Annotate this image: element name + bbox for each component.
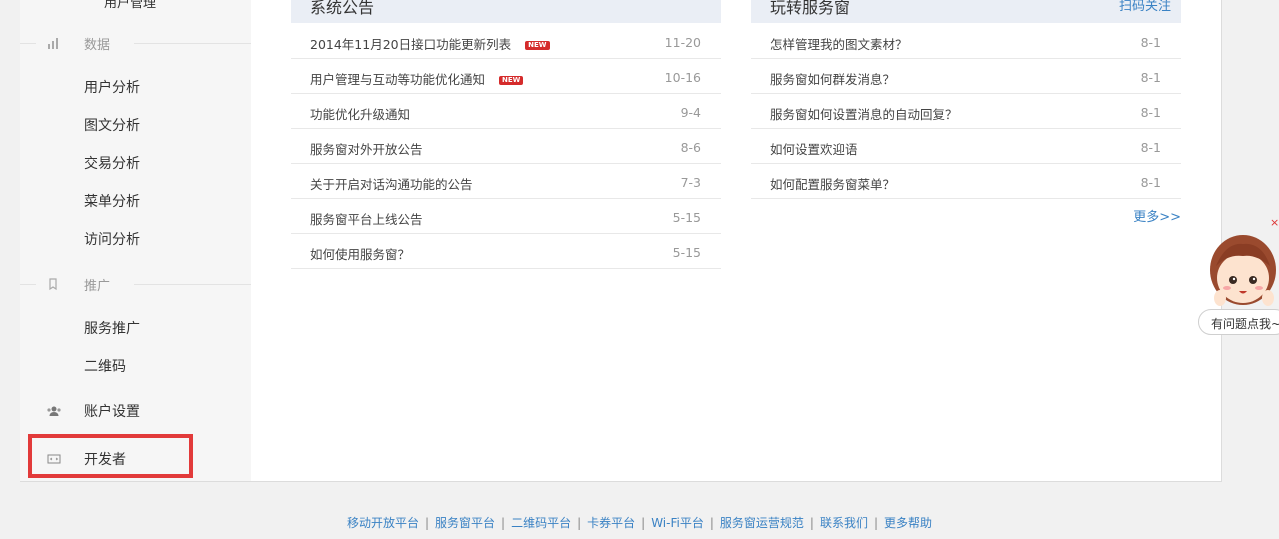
- announcement-date: 5-15: [672, 245, 701, 260]
- divider: [20, 284, 36, 285]
- sidebar-section-title: 推广: [84, 279, 111, 294]
- footer-separator: |: [424, 516, 430, 530]
- scan-follow-link[interactable]: 扫码关注: [1119, 0, 1171, 14]
- footer-separator: |: [809, 516, 814, 530]
- announcement-title: 2014年11月20日接口功能更新列表 NEW: [310, 34, 550, 53]
- footer-separator: |: [873, 516, 879, 530]
- guide-date: 8-1: [1140, 70, 1161, 85]
- guide-date: 8-1: [1140, 140, 1161, 155]
- footer-link[interactable]: 服务窗运营规范: [720, 516, 804, 530]
- sidebar-section-title: 数据: [84, 38, 111, 53]
- divider: [134, 43, 251, 44]
- footer-link[interactable]: Wi-Fi平台: [651, 516, 704, 530]
- sidebar-section-promotion: 推广: [20, 274, 251, 294]
- announcement-date: 8-6: [680, 140, 701, 155]
- announcement-date: 11-20: [664, 35, 701, 50]
- announcement-row[interactable]: 用户管理与互动等功能优化通知 NEW 10-16: [291, 59, 721, 94]
- announcement-row[interactable]: 功能优化升级通知 9-4: [291, 94, 721, 129]
- users-icon: [46, 404, 62, 418]
- guide-title: 怎样管理我的图文素材？: [770, 37, 908, 52]
- sidebar-item-user-management[interactable]: 用户管理: [104, 0, 156, 11]
- sidebar-item-visit-analysis[interactable]: 访问分析: [84, 229, 140, 249]
- guide-date: 8-1: [1140, 175, 1161, 190]
- announcement-row[interactable]: 服务窗平台上线公告 5-15: [291, 199, 721, 234]
- footer-link[interactable]: 联系我们: [820, 516, 868, 530]
- announcement-title: 关于开启对话沟通功能的公告: [310, 177, 473, 192]
- announcement-title: 用户管理与互动等功能优化通知 NEW: [310, 69, 524, 88]
- mascot-avatar[interactable]: [1206, 228, 1279, 314]
- footer-separator: |: [501, 516, 506, 530]
- footer-link[interactable]: 服务窗平台: [435, 516, 495, 530]
- footer-link[interactable]: 二维码平台: [511, 516, 571, 530]
- guide-row[interactable]: 服务窗如何设置消息的自动回复？ 8-1: [751, 94, 1181, 129]
- guide-title: 服务窗如何群发消息？: [770, 72, 896, 87]
- panel-title: 系统公告: [310, 0, 375, 17]
- announcement-title: 如何使用服务窗？: [310, 247, 411, 262]
- announcement-row[interactable]: 2014年11月20日接口功能更新列表 NEW 11-20: [291, 24, 721, 59]
- help-widget: × 有问题点我~: [1198, 216, 1279, 338]
- panel-header: 系统公告: [291, 0, 721, 23]
- guide-row[interactable]: 服务窗如何群发消息？ 8-1: [751, 59, 1181, 94]
- footer-separator: |: [709, 516, 714, 530]
- announcement-date: 5-15: [672, 210, 701, 225]
- new-badge: NEW: [499, 76, 524, 85]
- footer-link[interactable]: 卡券平台: [587, 516, 635, 530]
- help-bubble[interactable]: 有问题点我~: [1198, 309, 1279, 335]
- sidebar: 用户管理 数据 用户分析 图文分析 交易分析 菜单分析 访问分析 推广 服务推广…: [20, 0, 251, 481]
- guide-row[interactable]: 怎样管理我的图文素材？ 8-1: [751, 24, 1181, 59]
- bookmark-icon: [46, 277, 60, 291]
- guide-title: 如何设置欢迎语: [770, 142, 858, 157]
- bar-chart-icon: [46, 36, 60, 50]
- guide-date: 8-1: [1140, 105, 1161, 120]
- sidebar-item-account-settings[interactable]: 账户设置: [20, 400, 251, 424]
- guide-title: 如何配置服务窗菜单？: [770, 177, 896, 192]
- sidebar-item-service-promotion[interactable]: 服务推广: [84, 318, 140, 338]
- sidebar-item-user-analysis[interactable]: 用户分析: [84, 77, 140, 97]
- highlight-box: [28, 434, 193, 478]
- divider: [20, 43, 36, 44]
- panel-header: 玩转服务窗 扫码关注: [751, 0, 1181, 23]
- new-badge: NEW: [525, 41, 550, 50]
- announcement-date: 7-3: [680, 175, 701, 190]
- announcement-row[interactable]: 如何使用服务窗？ 5-15: [291, 234, 721, 269]
- announcement-row[interactable]: 关于开启对话沟通功能的公告 7-3: [291, 164, 721, 199]
- guide-row[interactable]: 如何设置欢迎语 8-1: [751, 129, 1181, 164]
- guide-row[interactable]: 如何配置服务窗菜单？ 8-1: [751, 164, 1181, 199]
- sidebar-section-data: 数据: [20, 33, 251, 53]
- announcement-date: 10-16: [664, 70, 701, 85]
- guide-date: 8-1: [1140, 35, 1161, 50]
- announcement-title: 服务窗平台上线公告: [310, 212, 423, 227]
- divider: [134, 284, 251, 285]
- guide-title: 服务窗如何设置消息的自动回复？: [770, 107, 958, 122]
- announcement-title: 功能优化升级通知: [310, 107, 411, 122]
- footer-link[interactable]: 更多帮助: [884, 516, 932, 530]
- sidebar-item-trade-analysis[interactable]: 交易分析: [84, 153, 140, 173]
- help-bubble-text: 有问题点我~: [1211, 317, 1279, 331]
- panel-title: 玩转服务窗: [770, 0, 851, 17]
- announcement-date: 9-4: [680, 105, 701, 120]
- more-link[interactable]: 更多>>: [1133, 206, 1181, 225]
- announcement-title: 服务窗对外开放公告: [310, 142, 423, 157]
- sidebar-item-qrcode[interactable]: 二维码: [84, 356, 126, 376]
- sidebar-item-content-analysis[interactable]: 图文分析: [84, 115, 140, 135]
- announcement-row[interactable]: 服务窗对外开放公告 8-6: [291, 129, 721, 164]
- footer-links: 移动开放平台 | 服务窗平台 | 二维码平台 | 卡券平台 | Wi-Fi平台 | 服务窗运营规范 |…: [0, 514, 1279, 531]
- footer-link[interactable]: 移动开放平台: [347, 516, 419, 530]
- sidebar-item-label: 账户设置: [84, 404, 140, 420]
- footer-separator: |: [577, 516, 582, 530]
- footer-separator: |: [641, 516, 646, 530]
- sidebar-item-menu-analysis[interactable]: 菜单分析: [84, 191, 140, 211]
